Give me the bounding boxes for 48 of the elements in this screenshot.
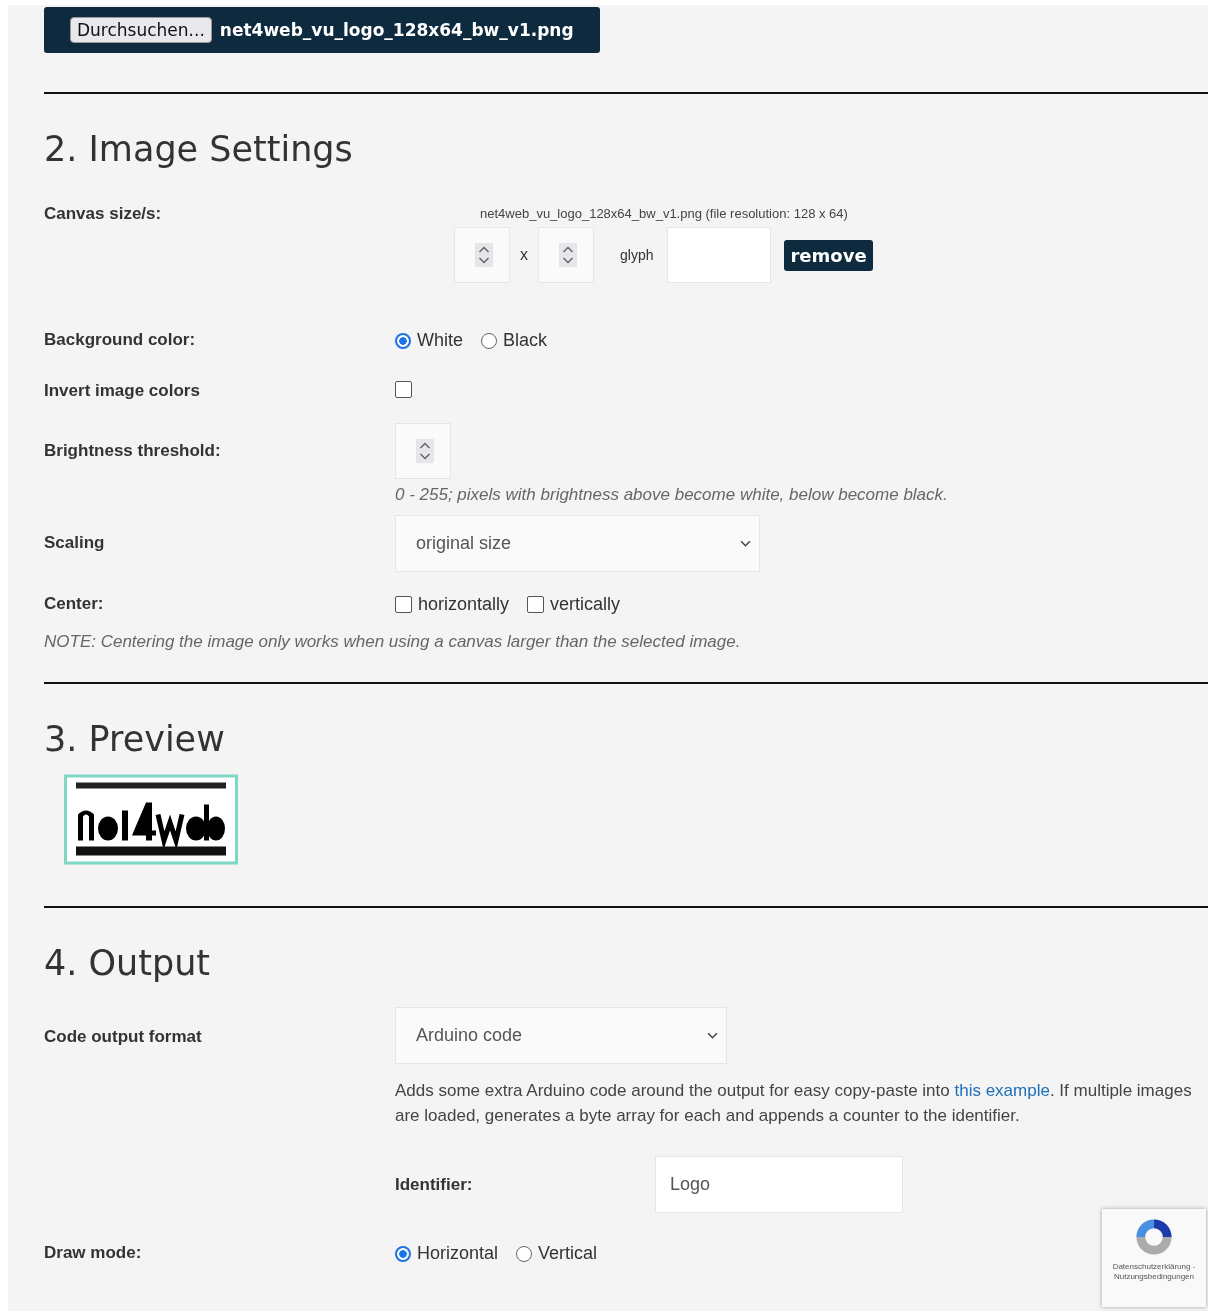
- field-label: Background color:: [44, 330, 197, 350]
- spinner-icon: [557, 243, 579, 267]
- section-heading: 4. Output: [44, 942, 212, 984]
- recaptcha-links[interactable]: Datenschutzerklärung - Nutzungsbedingungen: [1106, 1262, 1202, 1282]
- radio-button[interactable]: [395, 1245, 411, 1262]
- option-label: horizontally: [418, 594, 510, 615]
- field-label: Center:: [44, 594, 105, 614]
- field-label: Draw mode:: [44, 1243, 143, 1263]
- threshold-field[interactable]: [395, 423, 451, 479]
- spinner-icon: [473, 243, 495, 267]
- glyph-label: glyph: [620, 247, 654, 263]
- spinner-icon: [414, 439, 436, 463]
- radio-button[interactable]: [395, 332, 411, 349]
- radio-button[interactable]: [516, 1245, 533, 1262]
- field-label: Code output format: [44, 1027, 203, 1047]
- example-link[interactable]: this example: [954, 1081, 1050, 1100]
- checkbox[interactable]: [395, 381, 412, 398]
- hint-text: 0 - 255; pixels with brightness above become white, below become black.: [395, 485, 948, 505]
- field-label: Identifier:: [395, 1174, 474, 1195]
- width-field[interactable]: [454, 227, 510, 283]
- option-label: White: [417, 330, 463, 351]
- description-text: Adds some extra Arduino code around the output for easy copy-paste into this example. If multiple images are loaded, generates a byte array for each and appends a counter to the identifier.: [395, 1080, 1193, 1127]
- option-label: Horizontal: [417, 1243, 499, 1264]
- note-text: NOTE: Centering the image only works when using a canvas larger than the selected image.: [44, 632, 742, 652]
- browse-button[interactable]: Durchsuchen...: [70, 17, 212, 43]
- field-label: Scaling: [44, 533, 106, 553]
- section-heading: 2. Image Settings: [44, 128, 354, 170]
- file-name: net4web_vu_logo_128x64_bw_v1.png: [219, 20, 574, 40]
- option-label: Vertical: [538, 1243, 598, 1264]
- field-label: Brightness threshold:: [44, 441, 222, 461]
- chevron-icon: [740, 540, 751, 547]
- option-label: Black: [503, 330, 548, 351]
- chevron-icon: [707, 1032, 718, 1039]
- scaling-dropdown[interactable]: original size: [395, 515, 760, 572]
- times-sign: x: [520, 246, 528, 264]
- section-heading: 3. Preview: [44, 718, 226, 760]
- field-label: Canvas size/s:: [44, 204, 163, 224]
- format-dropdown[interactable]: Arduino code: [395, 1007, 727, 1064]
- checkbox[interactable]: [527, 596, 545, 613]
- field-label: Invert image colors: [44, 381, 201, 401]
- radio-button[interactable]: [481, 332, 497, 349]
- file-info: net4web_vu_logo_128x64_bw_v1.png (file resolution: 128 x 64): [480, 206, 849, 221]
- height-field[interactable]: [538, 227, 594, 283]
- remove-button[interactable]: remove: [784, 239, 873, 271]
- checkbox[interactable]: [395, 596, 412, 613]
- glyph-field[interactable]: [667, 227, 772, 283]
- option-label: vertically: [550, 594, 621, 615]
- identifier-field[interactable]: Logo: [655, 1156, 903, 1213]
